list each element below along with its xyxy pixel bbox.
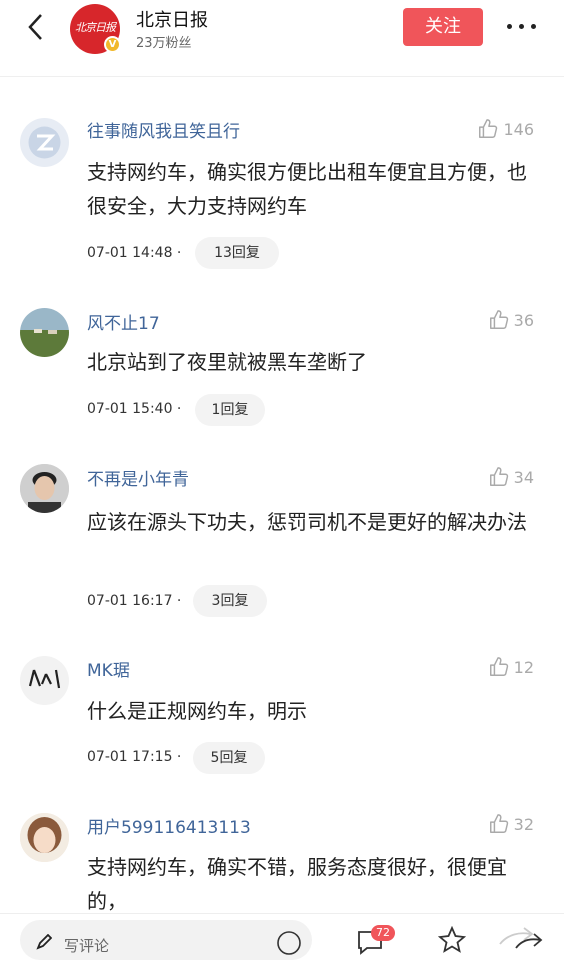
default-avatar-icon — [28, 126, 61, 159]
comment-text: 支持网约车，确实很方便比出租车便宜且方便，也很安全，大力支持网约车 — [87, 160, 527, 218]
share-icon[interactable] — [496, 922, 546, 952]
comment-username[interactable]: 不再是小年青 — [87, 465, 189, 490]
article-header: 北京日报 V 北京日报 23万粉丝 关注 — [0, 0, 564, 77]
landscape-avatar-icon — [20, 308, 69, 357]
verified-badge-icon: V — [104, 36, 121, 53]
comment-text: 北京站到了夜里就被黑车垄断了 — [87, 350, 367, 374]
comment-time: 07-01 15:40 · — [87, 401, 182, 417]
bottom-action-bar: 写评论 72 — [0, 913, 564, 960]
replies-button[interactable]: 5回复 — [193, 742, 265, 774]
comment-item: 风不止17 36 北京站到了夜里就被黑车垄断了 07-01 15:40 · 1回… — [0, 300, 564, 440]
comment-text: 支持网约车，确实不错，服务态度很好，很便宜的， — [87, 855, 507, 913]
comment-count-badge: 72 — [371, 925, 395, 941]
comment-username[interactable]: 往事随风我且笑且行 — [87, 117, 240, 142]
comment-time: 07-01 14:48 · — [87, 245, 182, 261]
publisher-fans-count: 23万粉丝 — [136, 36, 192, 51]
thumbs-up-icon — [489, 657, 508, 676]
like-button[interactable]: 146 — [477, 118, 534, 140]
more-icon[interactable] — [505, 24, 539, 32]
comment-text: 什么是正规网约车，明示 — [87, 699, 307, 723]
follow-button[interactable]: 关注 — [403, 8, 483, 46]
thumbs-up-icon — [479, 119, 498, 138]
back-arrow-icon[interactable] — [22, 12, 52, 42]
like-button[interactable]: 32 — [488, 813, 534, 835]
comment-username[interactable]: MK琚 — [87, 656, 130, 681]
like-count: 12 — [513, 657, 534, 677]
like-count: 34 — [513, 467, 534, 487]
comment-time: 07-01 16:17 · — [87, 593, 182, 609]
like-button[interactable]: 12 — [488, 656, 534, 678]
replies-button[interactable]: 3回复 — [193, 585, 267, 617]
comment-item: 往事随风我且笑且行 146 支持网约车，确实很方便比出租车便宜且方便，也很安全，… — [0, 108, 564, 278]
user-avatar[interactable] — [20, 464, 69, 513]
write-comment-placeholder: 写评论 — [64, 937, 110, 955]
thumbs-up-icon — [489, 310, 508, 329]
like-count: 36 — [513, 310, 534, 330]
comment-username[interactable]: 风不止17 — [87, 309, 160, 334]
thumbs-up-icon — [489, 467, 508, 486]
publisher-name[interactable]: 北京日报 — [136, 6, 208, 32]
like-button[interactable]: 36 — [488, 309, 534, 331]
person-avatar-icon — [20, 464, 69, 513]
girl-avatar-icon — [20, 813, 69, 862]
sketch-avatar-icon — [28, 669, 61, 689]
user-avatar[interactable] — [20, 308, 69, 357]
publisher-logo-text: 北京日报 — [75, 21, 116, 34]
like-count: 146 — [503, 119, 534, 139]
comment-text: 应该在源头下功夫，惩罚司机不是更好的解决办法 — [87, 510, 527, 534]
replies-button[interactable]: 13回复 — [195, 237, 279, 269]
user-avatar[interactable] — [20, 813, 69, 862]
thumbs-up-icon — [489, 814, 508, 833]
emoji-icon[interactable] — [276, 930, 302, 956]
like-button[interactable]: 34 — [488, 466, 534, 488]
comment-item: 不再是小年青 34 应该在源头下功夫，惩罚司机不是更好的解决办法 07-01 1… — [0, 455, 564, 635]
comment-item: 用户599116413113 32 支持网约车，确实不错，服务态度很好，很便宜的… — [0, 805, 564, 913]
user-avatar[interactable] — [20, 118, 69, 167]
replies-button[interactable]: 1回复 — [195, 394, 265, 426]
star-icon[interactable] — [438, 926, 466, 954]
comment-username[interactable]: 用户599116413113 — [87, 813, 251, 838]
write-comment-input[interactable]: 写评论 — [20, 920, 312, 960]
pencil-icon — [36, 934, 52, 950]
user-avatar[interactable] — [20, 656, 69, 705]
comment-time: 07-01 17:15 · — [87, 749, 182, 765]
like-count: 32 — [513, 814, 534, 834]
comment-item: MK琚 12 什么是正规网约车，明示 07-01 17:15 · 5回复 — [0, 648, 564, 788]
